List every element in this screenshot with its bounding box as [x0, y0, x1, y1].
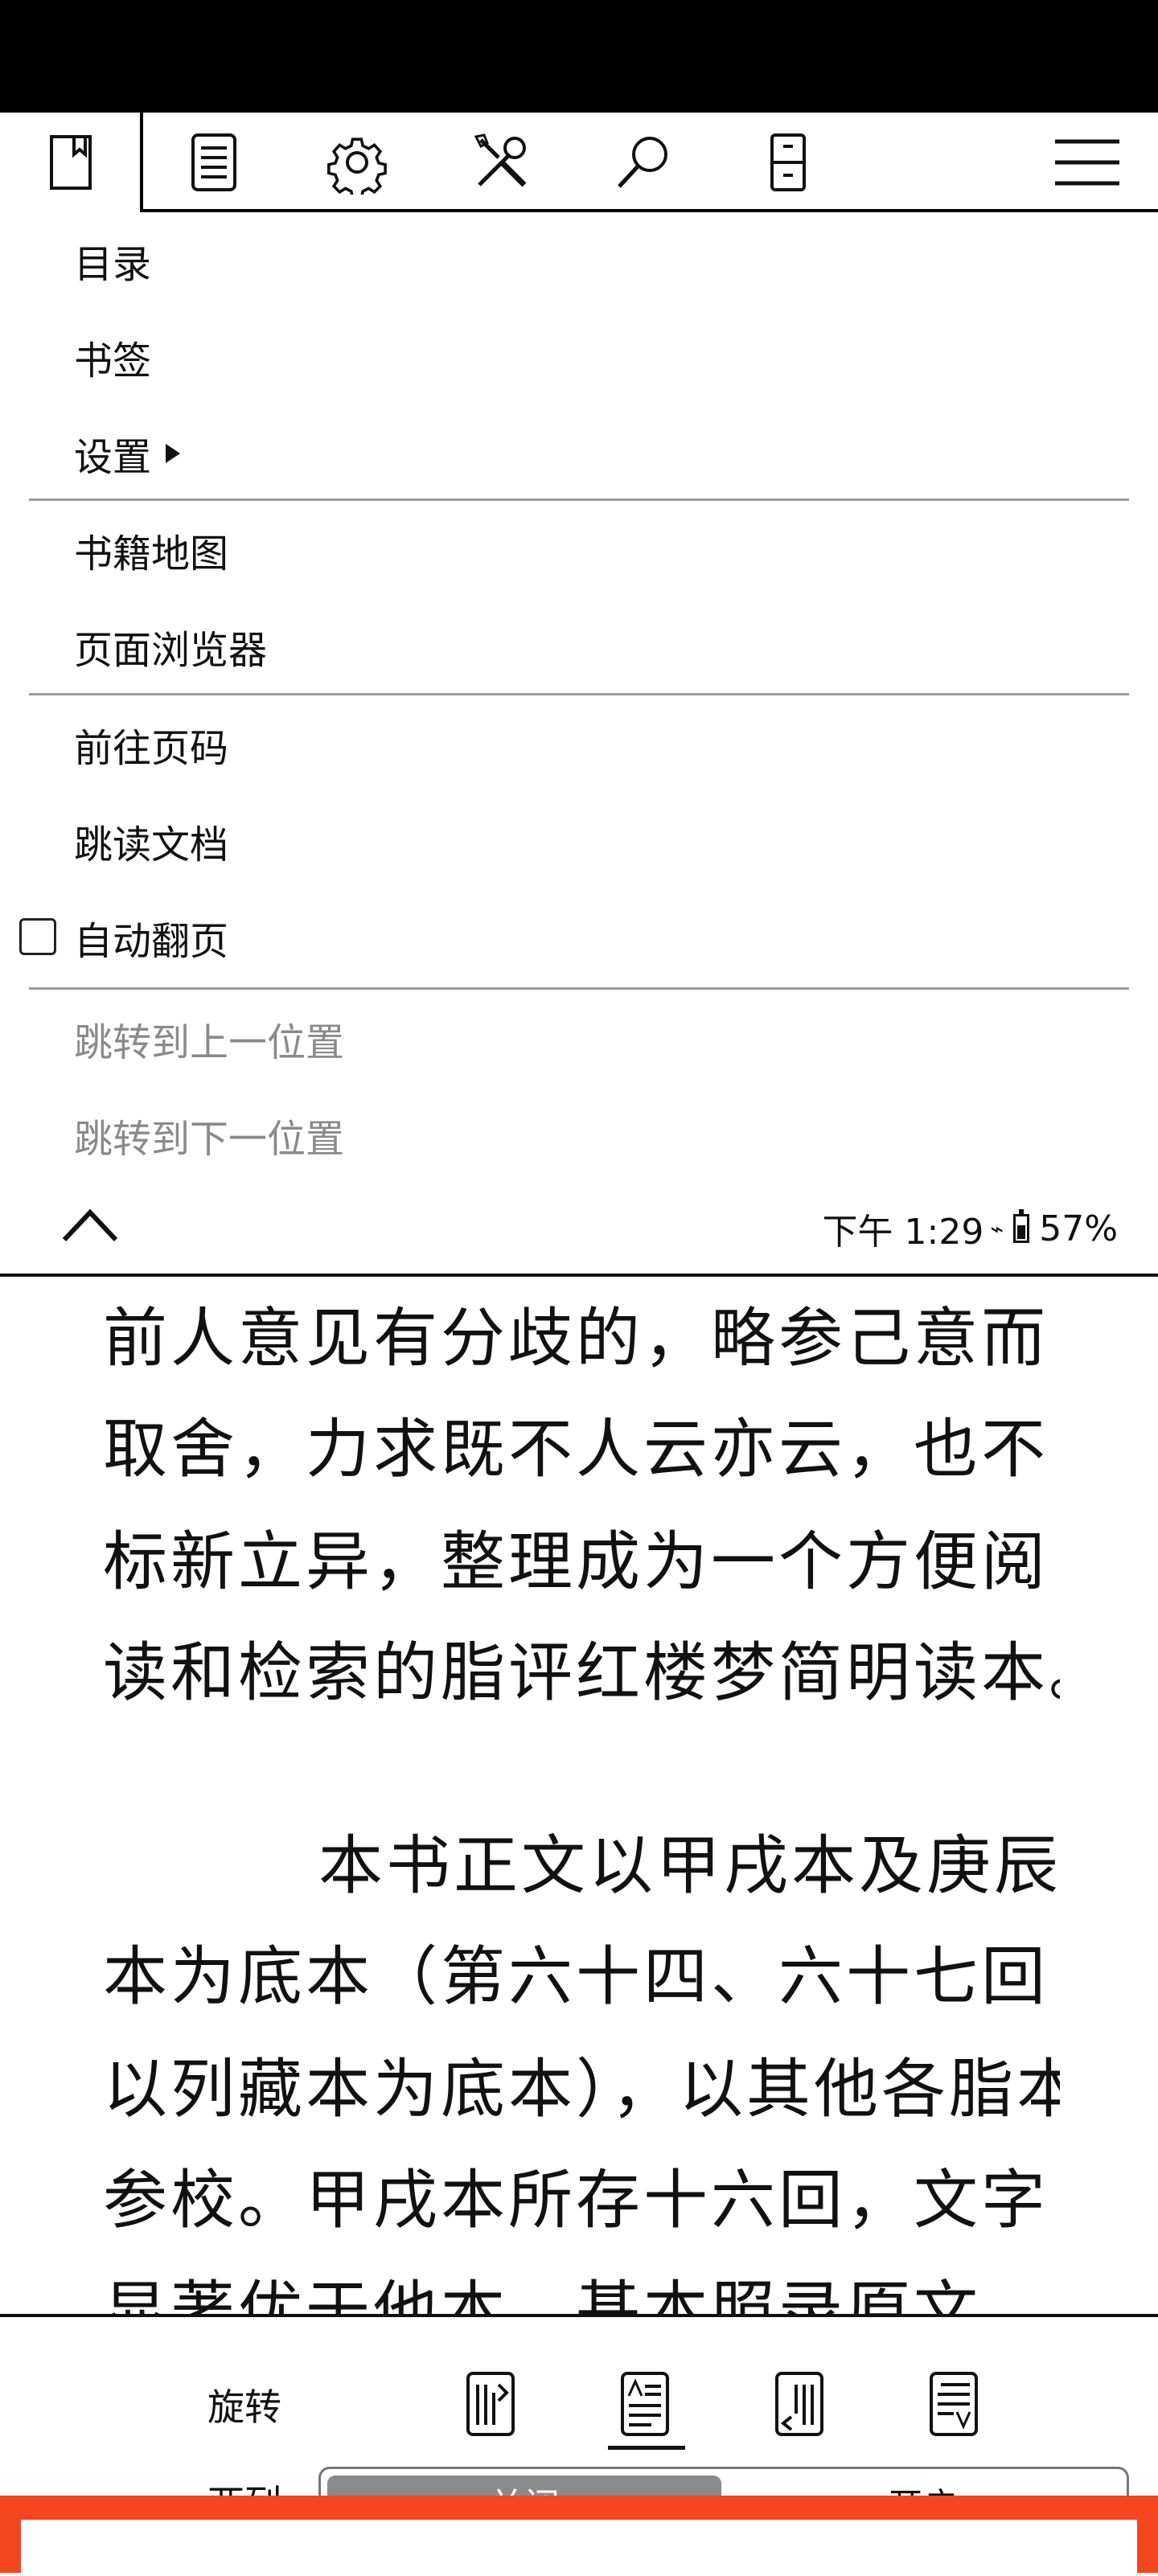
submenu-arrow-icon — [166, 444, 181, 463]
device-icon — [770, 133, 806, 191]
search-icon — [618, 137, 667, 188]
text-line: 本书正文以甲戌本及庚辰 — [318, 1828, 1060, 1903]
divider — [29, 693, 1129, 695]
tab-book[interactable] — [0, 113, 142, 212]
rotate-right-icon — [775, 2372, 823, 2436]
reading-bottom-border — [0, 2314, 1158, 2317]
highlight-overlay-inner — [21, 2520, 1137, 2576]
rotate-row: 旋转 — [0, 2364, 1158, 2468]
rotate-upside-down-button[interactable] — [923, 2369, 988, 2441]
status-line: 下午 1:29 ⌁ 57% — [822, 1206, 1118, 1253]
book-icon — [50, 135, 92, 190]
rotate-selected-indicator — [608, 2446, 685, 2450]
menu-item-label: 跳读文档 — [74, 822, 229, 868]
menu-item-book-map[interactable]: 书籍地图 — [74, 502, 228, 598]
menu-item-label: 跳转到上一位置 — [74, 1020, 345, 1065]
clock-text: 下午 1:29 — [822, 1212, 984, 1253]
divider — [29, 987, 1129, 990]
rotate-upside-down-icon — [930, 2372, 978, 2436]
tab-document[interactable] — [143, 113, 285, 212]
menu-item-label: 书签 — [74, 338, 152, 384]
rotate-left-icon — [466, 2372, 515, 2436]
toolbar-underline — [142, 209, 1158, 212]
battery-icon — [1013, 1209, 1030, 1243]
tab-tools[interactable] — [431, 113, 573, 212]
tools-icon — [474, 133, 527, 187]
rotate-normal-icon — [621, 2372, 669, 2436]
reading-content: 前人意见有分歧的，略参己意而 取舍，力求既不人云亦云，也不 标新立异，整理成为一… — [103, 1278, 1060, 2316]
wifi-icon: ⌁ — [990, 1215, 1004, 1242]
menu-item-label: 书籍地图 — [74, 531, 229, 576]
menu-item-skim-document[interactable]: 跳读文档 — [74, 793, 228, 889]
text-line: 显著优于他本，基本照录原文， — [103, 2274, 1049, 2316]
text-line: 取舍，力求既不人云亦云，也不 — [103, 1412, 1049, 1487]
menu-footer: 下午 1:29 ⌁ 57% — [0, 1174, 1158, 1278]
menu-item-page-browser[interactable]: 页面浏览器 — [74, 598, 267, 695]
menu-item-toc[interactable]: 目录 — [74, 212, 151, 309]
menu-item-bookmarks[interactable]: 书签 — [74, 309, 151, 405]
text-line: 本为底本（第六十四、六十七回 — [103, 1939, 1049, 2014]
menu-item-previous-location[interactable]: 跳转到上一位置 — [74, 991, 344, 1087]
text-line: 以列藏本为底本），以其他各脂本 — [103, 2052, 1060, 2127]
document-list-icon — [191, 133, 236, 191]
menu-item-settings[interactable]: 设置 — [74, 405, 181, 502]
rotate-left-button[interactable] — [460, 2369, 524, 2441]
menu-bottom-border — [0, 1274, 1158, 1277]
rotate-right-button[interactable] — [769, 2369, 833, 2441]
menu-item-label: 页面浏览器 — [74, 628, 268, 673]
system-status-bar — [0, 0, 1158, 113]
highlight-overlay — [0, 2496, 1158, 2576]
menu-item-label: 设置 — [74, 435, 152, 480]
battery-percent: 57% — [1039, 1208, 1118, 1249]
tab-settings[interactable] — [286, 113, 428, 212]
menu-item-label: 自动翻页 — [74, 919, 229, 964]
rotate-normal-button[interactable] — [614, 2369, 679, 2441]
text-line: 参校。甲戌本所存十六回，文字 — [103, 2163, 1049, 2238]
reader-toolbar — [0, 113, 1158, 212]
divider — [29, 498, 1129, 501]
auto-turn-checkbox[interactable] — [19, 918, 56, 955]
chevron-up-icon[interactable] — [61, 1206, 119, 1245]
menu-item-next-location[interactable]: 跳转到下一位置 — [74, 1087, 344, 1183]
text-line: 前人意见有分歧的，略参己意而 — [103, 1301, 1049, 1376]
tab-main-menu[interactable] — [1016, 113, 1158, 212]
rotate-label: 旋转 — [207, 2385, 281, 2429]
menu-item-go-to-page[interactable]: 前往页码 — [74, 696, 228, 793]
menu-item-auto-turn[interactable]: 自动翻页 — [74, 889, 228, 986]
menu-item-label: 目录 — [74, 242, 152, 287]
text-line: 读和检索的脂评红楼梦简明读本。 — [103, 1635, 1060, 1710]
menu-item-label: 跳转到下一位置 — [74, 1117, 345, 1162]
menu-item-label: 前往页码 — [74, 726, 229, 771]
text-line: 标新立异，整理成为一个方便阅 — [103, 1524, 1049, 1599]
tab-search[interactable] — [573, 113, 714, 212]
tab-device[interactable] — [717, 113, 859, 212]
hamburger-menu-icon — [1055, 139, 1119, 186]
gear-icon — [327, 137, 387, 195]
